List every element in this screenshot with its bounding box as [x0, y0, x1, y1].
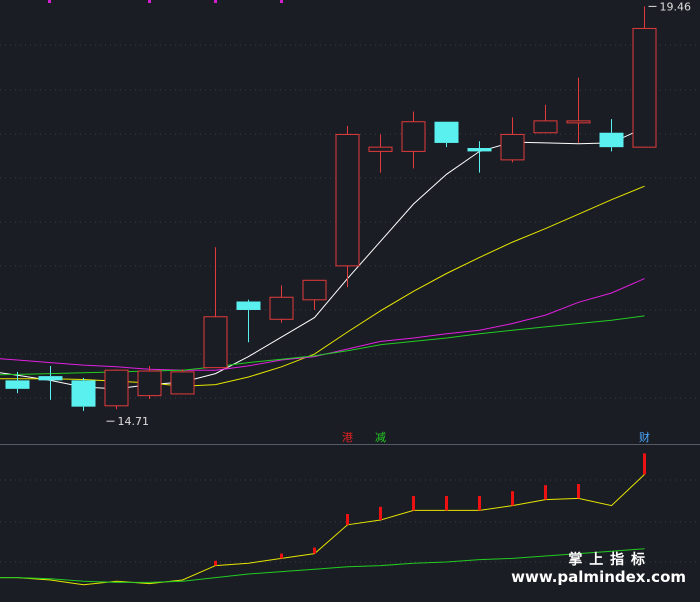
indicator-bar — [379, 506, 382, 520]
candle — [566, 77, 591, 143]
stock-chart: 14.71 19.46 港 减 财 掌 上 指 标 www.palmindex.com — [0, 0, 700, 602]
candle-body — [500, 133, 525, 161]
indicator-bar — [643, 453, 646, 475]
candle-body — [401, 121, 426, 152]
candle — [203, 247, 228, 369]
grid — [0, 44, 700, 563]
event-marker: 减 — [375, 431, 386, 444]
candle — [500, 117, 525, 163]
candle-body — [533, 120, 558, 134]
indicator-bar — [544, 485, 547, 500]
candle-body — [467, 148, 492, 152]
top-tick-mark — [48, 0, 51, 3]
candle-body — [38, 376, 63, 381]
candle-body — [368, 146, 393, 152]
candle-body — [434, 121, 459, 143]
candle — [533, 104, 558, 134]
candle-body — [104, 369, 129, 407]
indicator-bar — [577, 484, 580, 499]
candle — [401, 111, 426, 169]
candle — [137, 365, 162, 400]
watermark-url: www.palmindex.com — [511, 568, 686, 586]
candle — [104, 369, 129, 410]
candle — [302, 279, 327, 310]
indicator-bar — [280, 553, 283, 559]
indicator-bar — [412, 496, 415, 511]
watermark: 掌 上 指 标 www.palmindex.com — [511, 549, 686, 586]
event-marker: 港 — [342, 431, 353, 444]
price-annotation: 14.71 — [118, 415, 150, 428]
candle — [632, 6, 657, 148]
candle-body — [236, 301, 261, 310]
candle — [38, 365, 63, 400]
price-annotation: 19.46 — [660, 0, 692, 13]
watermark-cn: 掌 上 指 标 — [568, 552, 646, 568]
candle-body — [632, 27, 657, 148]
candle — [434, 121, 459, 148]
candle-body — [203, 316, 228, 369]
top-tick-mark — [214, 0, 217, 3]
candle-body — [5, 380, 30, 389]
candle-body — [335, 133, 360, 267]
candle — [368, 134, 393, 173]
candle-body — [566, 120, 591, 124]
candle-body — [599, 132, 624, 148]
candle-body — [269, 296, 294, 320]
event-marker: 财 — [639, 430, 650, 444]
candle-body — [71, 380, 96, 407]
candle — [71, 377, 96, 411]
top-tick-mark — [148, 0, 151, 3]
indicator-bar — [346, 514, 349, 525]
candle-body — [302, 279, 327, 301]
candle — [236, 299, 261, 343]
chart-canvas: 14.71 19.46 港 减 财 — [0, 0, 700, 586]
indicator-bar — [214, 560, 217, 566]
indicator-bar — [511, 491, 514, 506]
indicator-bar — [478, 496, 481, 511]
candle-body — [137, 370, 162, 397]
top-tick-mark — [280, 0, 283, 3]
indicator-bar — [445, 496, 448, 511]
candle-body — [170, 371, 195, 395]
candle — [335, 125, 360, 288]
indicator-bar — [313, 547, 316, 554]
candle — [269, 285, 294, 323]
ma-line-1 — [0, 127, 645, 390]
candle — [599, 119, 624, 152]
candle — [170, 369, 195, 395]
